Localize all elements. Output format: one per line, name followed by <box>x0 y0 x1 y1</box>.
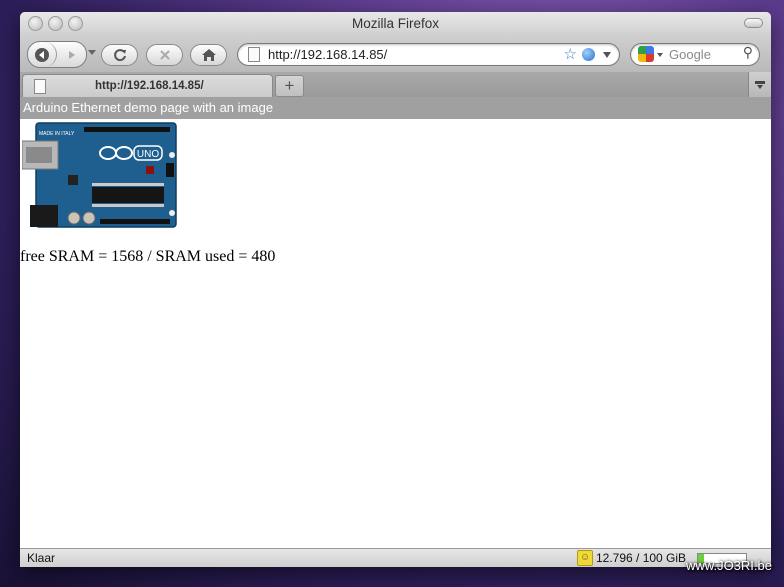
arduino-board-image: UNO MADE IN ITALY <box>22 121 177 231</box>
url-text[interactable]: http://192.168.14.85/ <box>268 47 387 62</box>
toolbar-toggle-button[interactable] <box>744 18 763 28</box>
back-forward-group <box>27 41 87 68</box>
page-banner: Arduino Ethernet demo page with an image <box>20 97 771 119</box>
stop-button[interactable] <box>146 44 183 66</box>
google-engine-icon[interactable] <box>638 46 654 62</box>
tab-list-icon <box>755 80 765 89</box>
search-icon[interactable]: ⚲ <box>743 44 753 61</box>
page-icon <box>248 47 260 62</box>
sram-readout: free SRAM = 1568 / SRAM used = 480 <box>20 248 276 265</box>
home-button[interactable] <box>190 44 227 66</box>
address-bar[interactable]: http://192.168.14.85/ ☆ <box>237 43 620 66</box>
tab-label: http://192.168.14.85/ <box>95 80 204 92</box>
tab-current[interactable]: http://192.168.14.85/ <box>22 74 273 98</box>
watermark-text: www.JO3RI.be <box>686 558 772 573</box>
smiley-addon-icon[interactable]: ☺ <box>577 550 593 566</box>
status-text: Klaar <box>27 551 56 565</box>
reload-icon <box>113 49 126 62</box>
bookmark-star-icon[interactable]: ☆ <box>564 45 577 63</box>
search-placeholder[interactable]: Google <box>669 47 711 62</box>
quota-text: 12.796 / 100 GiB <box>596 551 687 565</box>
tab-bar: http://192.168.14.85/ + <box>20 72 771 98</box>
board-logo-text: UNO <box>137 149 159 160</box>
window-title: Mozilla Firefox <box>351 16 440 31</box>
back-arrow-icon <box>35 47 49 62</box>
engine-dropdown-icon[interactable] <box>657 53 663 57</box>
tab-list-button[interactable] <box>748 72 771 97</box>
forward-arrow-icon <box>68 50 75 59</box>
forward-button[interactable] <box>58 42 85 67</box>
navigation-toolbar: http://192.168.14.85/ ☆ Google ⚲ <box>20 36 771 72</box>
page-content: Arduino Ethernet demo page with an image <box>20 97 771 549</box>
home-icon <box>201 49 216 61</box>
status-bar: Klaar ☺ 12.796 / 100 GiB <box>20 548 771 567</box>
url-history-dropdown-icon[interactable] <box>603 52 611 58</box>
title-bar: Mozilla Firefox <box>20 12 771 36</box>
site-identity-icon[interactable] <box>582 48 595 61</box>
search-bar[interactable]: Google ⚲ <box>630 43 760 66</box>
stop-icon <box>159 50 170 60</box>
new-tab-button[interactable]: + <box>275 75 304 97</box>
board-made-in-text: MADE IN ITALY <box>39 131 75 137</box>
browser-window: Mozilla Firefox http://192.168.14.85/ ☆ … <box>20 12 771 567</box>
tab-page-icon <box>34 79 46 94</box>
back-button[interactable] <box>28 42 57 67</box>
reload-button[interactable] <box>101 44 138 66</box>
history-dropdown-icon[interactable] <box>88 50 96 55</box>
